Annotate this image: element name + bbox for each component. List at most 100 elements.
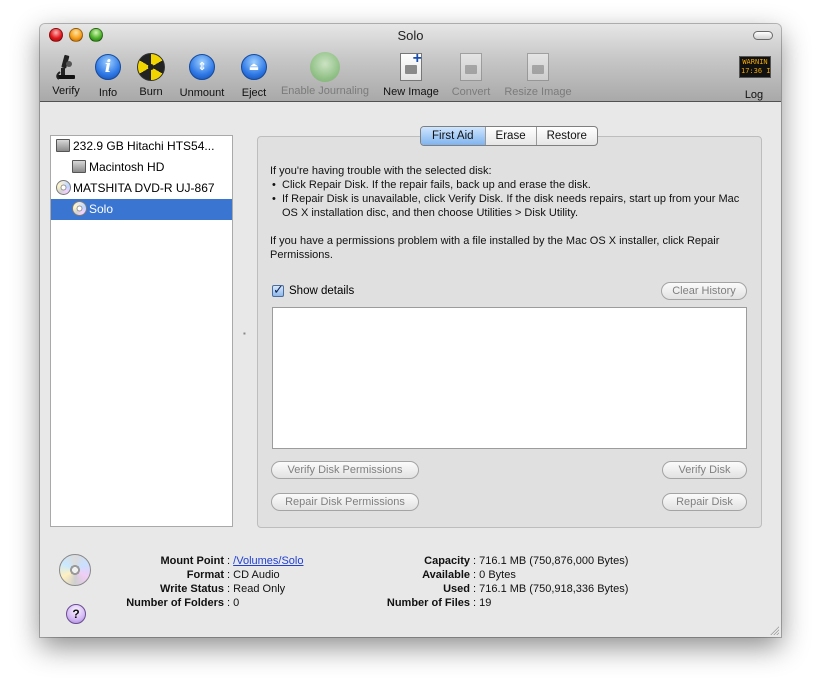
- eject-label: Eject: [241, 87, 267, 99]
- convert-icon: [456, 53, 486, 83]
- info-value: 716.1 MB (750,876,000 Bytes): [479, 555, 629, 567]
- info-row-number-of-folders: Number of Folders : 0: [100, 596, 304, 610]
- info-right-column: Capacity : 716.1 MB (750,876,000 Bytes) …: [370, 554, 629, 610]
- info-separator: :: [470, 569, 480, 581]
- disk-item-label: MATSHITA DVD-R UJ-867: [73, 181, 215, 195]
- info-key: Available: [422, 569, 470, 581]
- info-value: CD Audio: [233, 569, 280, 581]
- verify-disk-button[interactable]: Verify Disk: [662, 461, 747, 479]
- resize-grip[interactable]: [769, 625, 779, 635]
- info-row-format: Format : CD Audio: [100, 568, 304, 582]
- disk-list: 232.9 GB Hitachi HTS54... Macintosh HD M…: [50, 135, 233, 527]
- info-separator: :: [470, 583, 480, 595]
- cd-icon: [72, 201, 87, 217]
- info-key: Used: [443, 583, 470, 595]
- repair-disk-button[interactable]: Repair Disk: [662, 493, 747, 511]
- info-row-write-status: Write Status : Read Only: [100, 582, 304, 596]
- info-value: 0: [233, 597, 240, 609]
- info-key: Format: [186, 569, 224, 581]
- microscope-icon: [51, 52, 81, 82]
- info-key: Number of Folders: [126, 597, 224, 609]
- burn-button[interactable]: Burn: [134, 52, 168, 100]
- hard-disk-icon: [56, 139, 70, 153]
- info-value: 0 Bytes: [479, 569, 516, 581]
- help-button[interactable]: ?: [66, 604, 86, 624]
- eject-icon: ⏏: [239, 54, 269, 84]
- disk-item-label: 232.9 GB Hitachi HTS54...: [73, 139, 215, 153]
- info-left-column: Mount Point : /Volumes/Solo Format : CD …: [100, 554, 304, 610]
- tab-restore[interactable]: Restore: [535, 127, 597, 145]
- window-title: Solo: [397, 28, 424, 43]
- log-screen-line: 17:36 I: [741, 67, 771, 75]
- toolbar: Solo Verify i Info Burn ⇕ Unmount ⏏ Ejec…: [40, 24, 781, 102]
- details-log-area[interactable]: [272, 307, 747, 449]
- toolbar-toggle-button[interactable]: [753, 31, 773, 40]
- info-key: Capacity: [424, 555, 470, 567]
- repair-disk-permissions-button[interactable]: Repair Disk Permissions: [271, 493, 419, 511]
- disk-utility-window: Solo Verify i Info Burn ⇕ Unmount ⏏ Ejec…: [40, 24, 781, 637]
- resize-image-icon: [523, 53, 553, 83]
- info-key: Number of Files: [386, 597, 470, 609]
- enable-journaling-button[interactable]: Enable Journaling: [278, 52, 372, 100]
- info-row-used: Used : 716.1 MB (750,918,336 Bytes): [370, 582, 628, 596]
- mount-point-link[interactable]: /Volumes/Solo: [233, 555, 303, 567]
- tab-bar: First Aid Erase Restore: [420, 126, 598, 146]
- new-image-button[interactable]: + New Image: [380, 51, 442, 100]
- convert-button[interactable]: Convert: [448, 52, 494, 100]
- info-separator: :: [224, 569, 234, 581]
- journaling-icon: [310, 52, 340, 82]
- info-value: 19: [479, 597, 492, 609]
- convert-label: Convert: [451, 86, 491, 98]
- info-row-available: Available : 0 Bytes: [370, 568, 628, 582]
- selected-disk-cd-icon: [59, 554, 91, 586]
- new-image-icon: +: [396, 51, 426, 83]
- enable-journaling-label: Enable Journaling: [280, 85, 370, 97]
- info-separator: :: [470, 597, 480, 609]
- split-view-handle[interactable]: ▪: [243, 329, 248, 338]
- instructions-bullet: Click Repair Disk. If the repair fails, …: [270, 178, 750, 192]
- info-row-mount-point: Mount Point : /Volumes/Solo: [100, 554, 303, 568]
- info-separator: :: [224, 555, 234, 567]
- eject-button[interactable]: ⏏ Eject: [236, 52, 272, 100]
- hard-disk-icon: [72, 160, 86, 174]
- show-details-label: Show details: [289, 285, 355, 297]
- info-icon: i: [93, 54, 123, 84]
- first-aid-instructions: If you're having trouble with the select…: [270, 164, 750, 262]
- verify-label: Verify: [52, 85, 80, 97]
- show-details-checkbox[interactable]: Show details: [272, 282, 355, 298]
- checkbox-checked-icon[interactable]: [272, 282, 284, 298]
- resize-image-button[interactable]: Resize Image: [502, 52, 574, 100]
- tab-first-aid[interactable]: First Aid: [421, 127, 485, 145]
- tab-erase[interactable]: Erase: [484, 127, 536, 145]
- resize-image-label: Resize Image: [504, 86, 572, 98]
- info-separator: :: [224, 583, 234, 595]
- new-image-label: New Image: [383, 86, 439, 98]
- disk-item-macintosh-hd[interactable]: Macintosh HD: [51, 157, 232, 178]
- clear-history-button[interactable]: Clear History: [661, 282, 747, 300]
- unmount-button[interactable]: ⇕ Unmount: [176, 52, 228, 100]
- info-label: Info: [98, 87, 118, 99]
- log-button[interactable]: WARNIN 17:36 I Log: [736, 52, 772, 101]
- log-label: Log: [744, 89, 764, 101]
- verify-disk-permissions-button[interactable]: Verify Disk Permissions: [271, 461, 419, 479]
- disk-item-matshita-dvd[interactable]: MATSHITA DVD-R UJ-867: [51, 178, 232, 199]
- instructions-bullet: If Repair Disk is unavailable, click Ver…: [270, 192, 750, 220]
- info-separator: :: [224, 597, 234, 609]
- info-value: Read Only: [233, 583, 286, 595]
- info-button[interactable]: i Info: [92, 52, 124, 100]
- info-row-number-of-files: Number of Files : 19: [370, 596, 628, 610]
- unmount-label: Unmount: [179, 87, 225, 99]
- info-value: 716.1 MB (750,918,336 Bytes): [479, 583, 629, 595]
- disk-item-solo[interactable]: Solo: [51, 199, 232, 220]
- info-key: Write Status: [160, 583, 224, 595]
- burn-label: Burn: [139, 86, 163, 98]
- unmount-icon: ⇕: [187, 54, 217, 84]
- disk-item-hitachi[interactable]: 232.9 GB Hitachi HTS54...: [51, 136, 232, 157]
- info-row-capacity: Capacity : 716.1 MB (750,876,000 Bytes): [370, 554, 628, 568]
- info-key: Mount Point: [160, 555, 224, 567]
- disk-item-label: Solo: [89, 202, 114, 216]
- verify-button[interactable]: Verify: [46, 52, 86, 100]
- instructions-intro: If you're having trouble with the select…: [270, 165, 492, 177]
- info-separator: :: [470, 555, 480, 567]
- log-icon: WARNIN 17:36 I: [739, 56, 771, 86]
